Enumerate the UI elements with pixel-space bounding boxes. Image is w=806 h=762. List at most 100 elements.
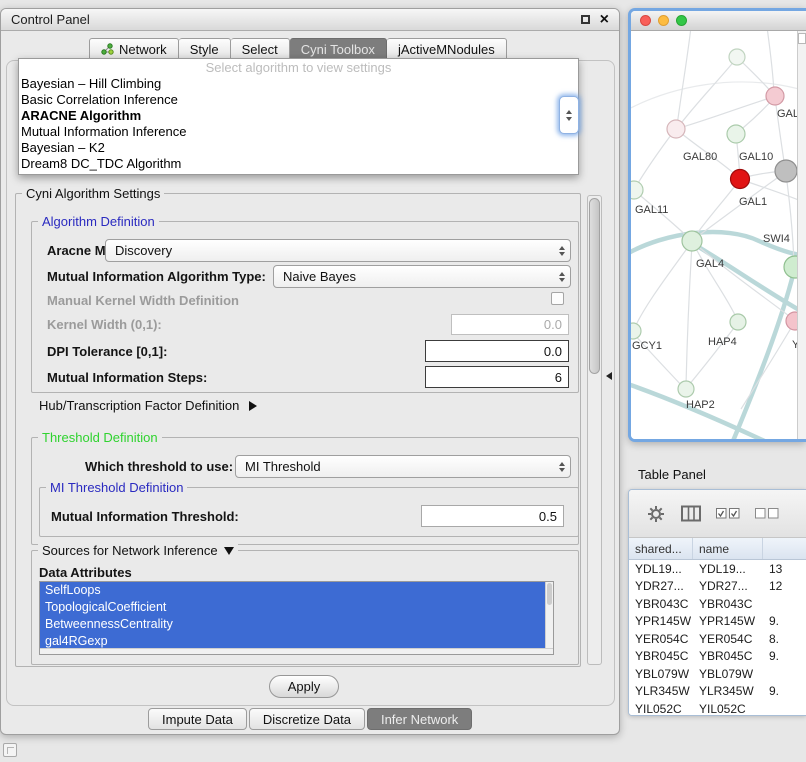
cell[interactable]: 9.: [763, 683, 806, 701]
cell[interactable]: YLR345W: [693, 683, 763, 701]
cell[interactable]: YBL079W: [629, 665, 693, 683]
kernel-width-field[interactable]: 0.0: [451, 314, 569, 335]
network-node-selected[interactable]: [731, 170, 750, 189]
table-row[interactable]: YER054C YER054C 8.: [629, 630, 806, 648]
list-item[interactable]: BetweennessCentrality: [40, 616, 545, 633]
cell[interactable]: YDR27...: [693, 578, 763, 596]
cell[interactable]: 9.: [763, 613, 806, 631]
network-node[interactable]: [631, 181, 643, 199]
column-header-name[interactable]: name: [693, 538, 763, 559]
cell[interactable]: YBL079W: [693, 665, 763, 683]
popup-option[interactable]: Bayesian – Hill Climbing: [19, 76, 578, 92]
network-node[interactable]: [766, 87, 784, 105]
column-header-shared-name[interactable]: shared...: [629, 538, 693, 559]
hub-tf-definition-toggle[interactable]: Hub/Transcription Factor Definition: [39, 398, 257, 413]
mi-steps-field[interactable]: 6: [425, 366, 569, 388]
tab-infer-network[interactable]: Infer Network: [367, 708, 472, 730]
cell[interactable]: YBR043C: [693, 595, 763, 613]
network-canvas[interactable]: GAL8 GAL80 GAL10 GAL11 GAL1 SWI4 GAL4 GC…: [631, 31, 806, 439]
close-icon[interactable]: ×: [600, 14, 609, 26]
cell[interactable]: [763, 700, 806, 716]
cell[interactable]: 12: [763, 578, 806, 596]
aracne-mode-combo[interactable]: Discovery: [105, 239, 571, 262]
network-node[interactable]: [775, 160, 797, 182]
popup-option[interactable]: Basic Correlation Inference: [19, 92, 578, 108]
table-row[interactable]: YDR27... YDR27... 12: [629, 578, 806, 596]
gear-icon[interactable]: [646, 504, 666, 524]
tab-impute-data[interactable]: Impute Data: [148, 708, 247, 730]
tab-cyni-toolbox[interactable]: Cyni Toolbox: [290, 38, 387, 60]
tab-style[interactable]: Style: [179, 38, 231, 60]
cell[interactable]: YLR345W: [629, 683, 693, 701]
popup-option[interactable]: Bayesian – K2: [19, 140, 578, 156]
close-traffic-light[interactable]: [640, 15, 651, 26]
table-row[interactable]: YBL079W YBL079W: [629, 665, 806, 683]
float-window-icon[interactable]: [581, 15, 590, 24]
tab-discretize-data[interactable]: Discretize Data: [249, 708, 365, 730]
settings-scrollbar[interactable]: [587, 195, 602, 665]
tab-network[interactable]: Network: [89, 38, 179, 60]
cell[interactable]: 8.: [763, 630, 806, 648]
network-node[interactable]: [682, 231, 702, 251]
scrollbar-thumb[interactable]: [547, 583, 552, 605]
cell[interactable]: YBR045C: [629, 648, 693, 666]
sources-legend-toggle[interactable]: Sources for Network Inference: [38, 543, 238, 558]
zoom-traffic-light[interactable]: [676, 15, 687, 26]
popup-option[interactable]: Mutual Information Inference: [19, 124, 578, 140]
network-node[interactable]: [667, 120, 685, 138]
cell[interactable]: YPR145W: [629, 613, 693, 631]
popup-option-selected[interactable]: ARACNE Algorithm: [19, 108, 578, 124]
cell[interactable]: YPR145W: [693, 613, 763, 631]
cell[interactable]: YER054C: [693, 630, 763, 648]
table-row[interactable]: YDL19... YDL19... 13: [629, 560, 806, 578]
which-threshold-combo[interactable]: MI Threshold: [235, 455, 571, 478]
network-node[interactable]: [784, 256, 797, 278]
manual-kernel-checkbox[interactable]: [551, 292, 564, 305]
table-row[interactable]: YIL052C YIL052C: [629, 700, 806, 716]
network-node[interactable]: [729, 49, 745, 65]
list-vertical-scrollbar[interactable]: [545, 582, 553, 648]
scrollbar-button[interactable]: [798, 33, 806, 44]
network-node[interactable]: [727, 125, 745, 143]
network-node[interactable]: [631, 323, 641, 339]
mi-type-combo[interactable]: Naive Bayes: [273, 265, 571, 288]
cell[interactable]: 13: [763, 560, 806, 578]
cell[interactable]: YER054C: [629, 630, 693, 648]
table-row[interactable]: YPR145W YPR145W 9.: [629, 613, 806, 631]
network-window-titlebar[interactable]: [631, 11, 806, 31]
cell[interactable]: YDL19...: [629, 560, 693, 578]
algorithm-combo-end-fragment[interactable]: [559, 96, 579, 134]
cell[interactable]: [763, 665, 806, 683]
list-item[interactable]: TopologicalCoefficient: [40, 599, 545, 616]
table-row[interactable]: YBR043C YBR043C: [629, 595, 806, 613]
list-item[interactable]: SelfLoops: [40, 582, 545, 599]
columns-icon[interactable]: [681, 505, 701, 522]
cell[interactable]: [763, 595, 806, 613]
apply-button[interactable]: Apply: [269, 675, 339, 698]
cell[interactable]: YIL052C: [693, 700, 763, 716]
table-row[interactable]: YLR345W YLR345W 9.: [629, 683, 806, 701]
scrollbar-thumb[interactable]: [589, 198, 600, 374]
cell[interactable]: YBR043C: [629, 595, 693, 613]
checked-pair-icon[interactable]: [716, 508, 740, 519]
unchecked-pair-icon[interactable]: [755, 508, 779, 519]
cell[interactable]: YIL052C: [629, 700, 693, 716]
cell[interactable]: 9.: [763, 648, 806, 666]
popup-option[interactable]: Dream8 DC_TDC Algorithm: [19, 156, 578, 172]
column-header-truncated[interactable]: [763, 538, 806, 559]
list-horizontal-scrollbar[interactable]: [40, 648, 553, 654]
cell[interactable]: YDL19...: [693, 560, 763, 578]
control-panel-titlebar[interactable]: Control Panel ×: [1, 9, 619, 31]
table-row[interactable]: YBR045C YBR045C 9.: [629, 648, 806, 666]
dpi-tolerance-field[interactable]: 0.0: [425, 340, 569, 362]
network-node[interactable]: [678, 381, 694, 397]
tab-jactivemnodules[interactable]: jActiveMNodules: [387, 38, 507, 60]
network-node[interactable]: [730, 314, 746, 330]
minimized-panel-icon[interactable]: [3, 743, 17, 757]
mi-threshold-field[interactable]: 0.5: [421, 505, 564, 527]
network-vertical-scrollbar[interactable]: [797, 31, 806, 439]
cell[interactable]: YDR27...: [629, 578, 693, 596]
tab-select[interactable]: Select: [231, 38, 290, 60]
panel-collapse-handle[interactable]: [606, 372, 612, 380]
cell[interactable]: YBR045C: [693, 648, 763, 666]
